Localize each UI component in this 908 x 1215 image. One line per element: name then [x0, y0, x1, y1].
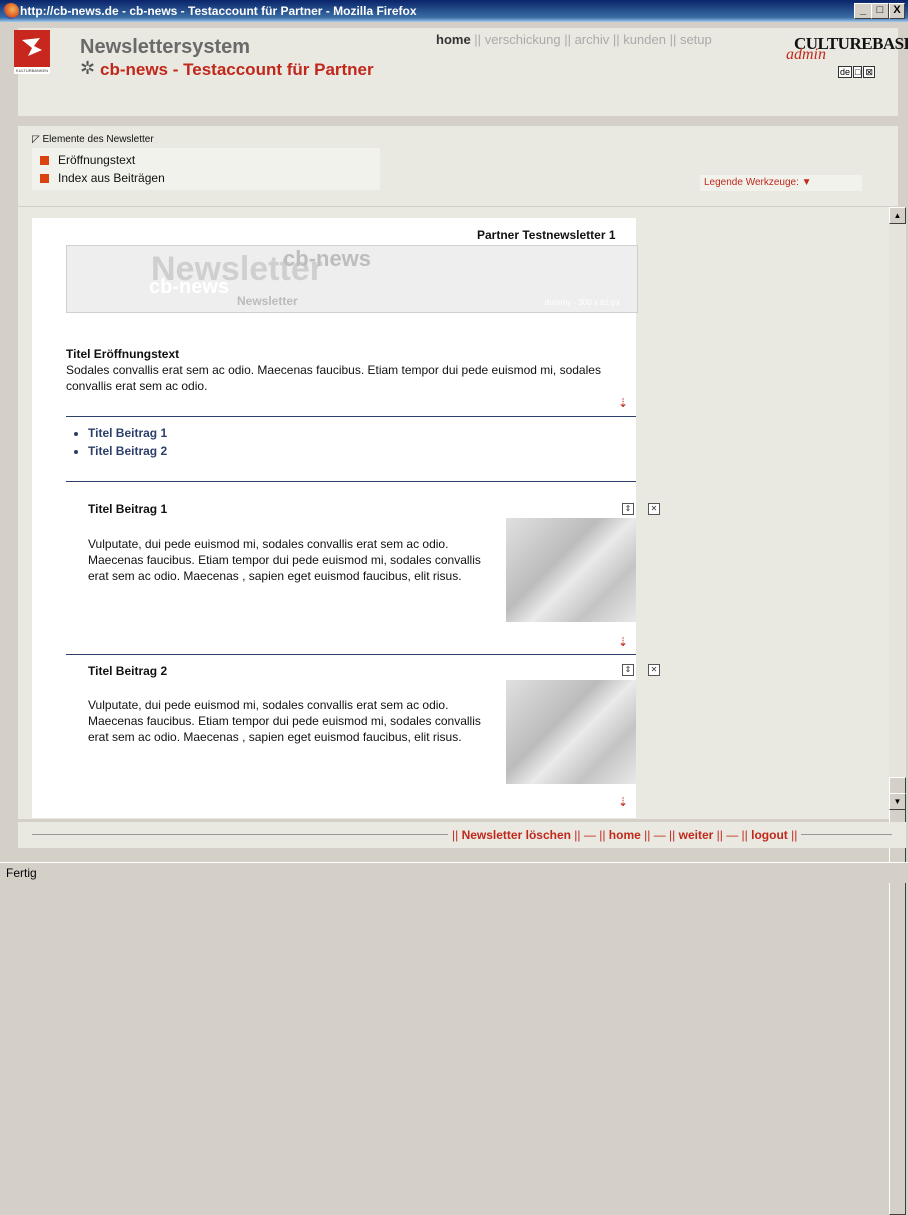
status-text: Fertig [6, 866, 37, 880]
delete-newsletter-link[interactable]: Newsletter löschen [462, 828, 571, 842]
index-list: Titel Beitrag 1 Titel Beitrag 2 [58, 424, 167, 460]
footer-nav: || Newsletter löschen || — || home || — … [448, 828, 802, 842]
maximize-button[interactable]: □ [871, 3, 889, 19]
firefox-icon [3, 3, 19, 19]
kulturbanken-logo: KULTURBANKEN [14, 30, 50, 74]
home-link[interactable]: home [609, 828, 641, 842]
move-down-icon[interactable]: ⇣ [618, 396, 628, 410]
article-heading: Titel Beitrag 2 [88, 664, 168, 678]
app-name: Newslettersystem [80, 36, 251, 58]
culturebase-logo: CULTUREBASE admin de □ ⊠ [784, 30, 908, 82]
divider [66, 481, 636, 482]
index-link[interactable]: Titel Beitrag 1 [88, 424, 167, 442]
close-icon[interactable]: ⊠ [863, 66, 875, 78]
newsletter-title: Partner Testnewsletter 1 [477, 228, 616, 242]
logo-label: KULTURBANKEN [14, 67, 50, 74]
close-button[interactable]: X [889, 3, 905, 19]
article-image [506, 518, 636, 622]
logout-link[interactable]: logout [751, 828, 788, 842]
intro-text: Sodales convallis erat sem ac odio. Maec… [66, 363, 601, 393]
delete-icon[interactable]: ✕ [648, 664, 660, 676]
element-label: Eröffnungstext [58, 153, 136, 167]
move-icon[interactable]: ⇕ [622, 503, 634, 515]
language-de-button[interactable]: de [838, 66, 853, 78]
index-link[interactable]: Titel Beitrag 2 [88, 442, 167, 460]
article-text: Vulputate, dui pede euismod mi, sodales … [88, 698, 481, 744]
account-name: cb-news - Testaccount für Partner [100, 60, 374, 79]
banner-text: cb-news [283, 246, 372, 271]
elements-title-label: Elemente des Newsletter [42, 134, 154, 145]
element-item[interactable]: Eröffnungstext [40, 153, 135, 167]
triangle-down-icon: ▼ [801, 177, 812, 188]
nav-home[interactable]: home [436, 32, 471, 47]
window-icon[interactable]: □ [853, 66, 863, 78]
status-bar: Fertig [0, 862, 908, 883]
minimize-button[interactable]: _ [854, 3, 872, 19]
nav-separator: || [564, 32, 571, 47]
element-square-icon [40, 156, 49, 165]
article-image [506, 680, 636, 784]
banner-text: Newsletter [237, 294, 298, 308]
scroll-down-button[interactable]: ▼ [889, 793, 906, 810]
separator: || [791, 828, 798, 842]
nav-separator: || [612, 32, 620, 47]
article-heading: Titel Beitrag 1 [88, 502, 168, 516]
main-nav: home || verschickung || archiv || kunden… [436, 32, 712, 47]
divider [66, 416, 636, 417]
element-label: Index aus Beiträgen [58, 171, 165, 185]
newsletter-banner: Newsletter cb-news cb-news Newsletter du… [66, 245, 638, 313]
move-down-icon[interactable]: ⇣ [618, 795, 628, 809]
scrollbar[interactable]: ▲ ▼ [889, 207, 906, 1215]
banner-caption: dummy - 300 x 61 px [545, 298, 620, 307]
separator: || [452, 828, 459, 842]
collapse-icon[interactable]: ◸ [32, 134, 40, 145]
move-icon[interactable]: ⇕ [622, 664, 634, 676]
separator: || — || [644, 828, 676, 842]
scroll-up-button[interactable]: ▲ [889, 207, 906, 224]
legend-label: Legende Werkzeuge: [704, 177, 799, 188]
legend-tools[interactable]: Legende Werkzeuge: ▼ [700, 175, 862, 191]
next-link[interactable]: weiter [679, 828, 714, 842]
separator: || — || [574, 828, 606, 842]
nav-archiv[interactable]: archiv [575, 32, 610, 47]
window-title-bar: http://cb-news.de - cb-news - Testaccoun… [0, 0, 908, 22]
delete-icon[interactable]: ✕ [648, 503, 660, 515]
account-icon: ✲ [80, 58, 96, 78]
article-text: Vulputate, dui pede euismod mi, sodales … [88, 537, 481, 583]
nav-separator: || [669, 32, 677, 47]
banner-text: cb-news [149, 276, 230, 298]
intro-heading: Titel Eröffnungstext [66, 347, 180, 361]
move-down-icon[interactable]: ⇣ [618, 635, 628, 649]
scrollbar-track[interactable] [889, 224, 906, 794]
window-title: http://cb-news.de - cb-news - Testaccoun… [20, 4, 417, 18]
language-tools: de □ ⊠ [838, 66, 876, 78]
brand-sub: admin [786, 46, 826, 63]
divider [66, 654, 636, 655]
element-square-icon [40, 174, 49, 183]
elements-title: ◸ Elemente des Newsletter [32, 134, 154, 145]
separator: || — || [716, 828, 748, 842]
element-item[interactable]: Index aus Beiträgen [40, 171, 165, 185]
nav-verschickung[interactable]: verschickung [485, 32, 561, 47]
bird-icon [22, 38, 42, 56]
nav-separator: || [474, 32, 482, 47]
nav-kunden[interactable]: kunden [623, 32, 666, 47]
nav-setup[interactable]: setup [680, 32, 712, 47]
